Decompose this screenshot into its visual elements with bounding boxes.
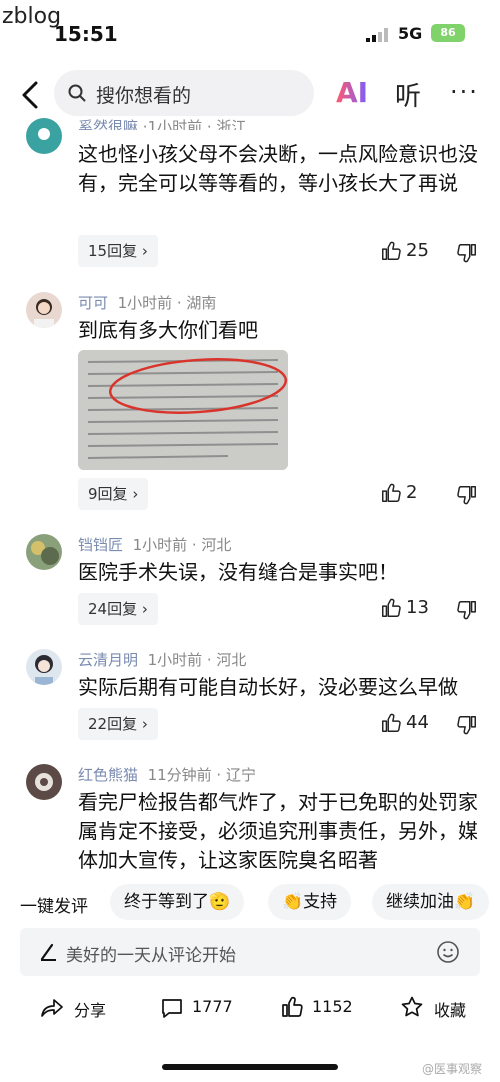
avatar-icon	[35, 655, 53, 685]
like-total: 1152	[312, 997, 353, 1016]
back-icon[interactable]	[18, 80, 44, 110]
thumbs-up-icon[interactable]	[380, 597, 402, 619]
reply-button[interactable]: 15回复 ›	[78, 235, 158, 267]
quick-chip[interactable]: 继续加油👏	[372, 884, 490, 920]
avatar[interactable]	[26, 764, 62, 800]
like-count: 44	[406, 712, 429, 733]
comment-author[interactable]: 奚然很嘛	[78, 118, 138, 130]
avatar-icon	[34, 299, 54, 328]
thumbs-up-icon[interactable]	[380, 712, 402, 734]
emoji-icon[interactable]	[436, 940, 460, 964]
signal-icon	[366, 28, 388, 42]
comment-meta: 可可 1小时前 · 湖南	[78, 292, 216, 313]
comment-placeholder: 美好的一天从评论开始	[66, 946, 236, 966]
avatar[interactable]	[26, 649, 62, 685]
reply-count: 24回复	[88, 600, 138, 618]
comment-meta: 红色熊猫 11分钟前 · 辽宁	[78, 764, 256, 785]
comment-text: 医院手术失误，没有缝合是事实吧！	[78, 560, 398, 584]
thumbs-up-icon[interactable]	[380, 240, 402, 262]
home-indicator[interactable]	[162, 1064, 338, 1070]
pen-icon	[40, 943, 56, 961]
thumbs-down-icon[interactable]	[456, 599, 478, 621]
battery-icon: 86	[431, 24, 465, 42]
comment-author[interactable]: 红色熊猫	[78, 766, 138, 784]
share-label[interactable]: 分享	[74, 997, 106, 1021]
thumbs-up-icon[interactable]	[380, 482, 402, 504]
comment-icon[interactable]	[160, 996, 184, 1020]
comment-time-location: 1小时前 · 河北	[132, 536, 232, 554]
quick-comment-label: 一键发评	[20, 897, 88, 917]
avatar-icon	[31, 541, 59, 565]
comment-author[interactable]: 可可	[78, 294, 108, 312]
avatar-icon	[38, 128, 50, 140]
like-count: 2	[406, 482, 418, 503]
comment-meta: 奚然很嘛 ·1小时前 · 浙江	[78, 116, 246, 130]
like-count: 25	[406, 240, 429, 261]
avatar[interactable]	[26, 118, 62, 154]
comment-text: 看完尸检报告都气炸了，对于已免职的处罚家属肯定不接受，必须追究刑事责任，另外，媒…	[78, 790, 478, 872]
reply-button[interactable]: 9回复 ›	[78, 478, 149, 510]
reply-count: 9回复	[88, 485, 128, 503]
thumbs-down-icon[interactable]	[456, 714, 478, 736]
comment-author[interactable]: 铛铛匠	[78, 536, 123, 554]
comment-time-location: 1小时前 · 湖南	[117, 294, 217, 312]
thumbs-down-icon[interactable]	[456, 484, 478, 506]
reply-count: 15回复	[88, 242, 138, 260]
thumbs-up-icon[interactable]	[280, 995, 304, 1019]
comment-time-location: ·1小时前 · 浙江	[142, 118, 247, 130]
comment-author[interactable]: 云清月明	[78, 651, 138, 669]
search-bar[interactable]: 搜你想看的	[54, 70, 314, 116]
reply-button[interactable]: 24回复 ›	[78, 593, 158, 625]
star-icon[interactable]	[400, 995, 424, 1019]
quick-chip[interactable]: 终于等到了🫡	[110, 884, 245, 920]
comment-time-location: 11分钟前 · 辽宁	[147, 766, 256, 784]
thumbs-down-icon[interactable]	[456, 242, 478, 264]
quick-chip[interactable]: 👏支持	[268, 884, 352, 920]
reply-button[interactable]: 22回复 ›	[78, 708, 158, 740]
comment-text: 这也怪小孩父母不会决断，一点风险意识也没有，完全可以等等看的，等小孩长大了再说	[78, 142, 478, 195]
comment-input[interactable]: 美好的一天从评论开始	[20, 928, 480, 976]
comment-meta: 云清月明 1小时前 · 河北	[78, 649, 246, 670]
ai-button[interactable]: AI	[336, 76, 368, 109]
avatar[interactable]	[26, 292, 62, 328]
listen-button[interactable]: 听	[395, 76, 421, 113]
comment-time-location: 1小时前 · 河北	[147, 651, 247, 669]
watermark-text: zblog	[2, 4, 62, 29]
status-time: 15:51	[54, 22, 118, 46]
more-button[interactable]: ···	[450, 78, 479, 106]
comment-image[interactable]	[78, 350, 288, 470]
reply-count: 22回复	[88, 715, 138, 733]
search-placeholder: 搜你想看的	[96, 85, 192, 107]
watermark-text: @医事观察	[422, 1062, 483, 1076]
avatar[interactable]	[26, 534, 62, 570]
comment-text: 实际后期有可能自动长好，没必要这么早做	[78, 675, 458, 699]
favorite-label[interactable]: 收藏	[434, 997, 466, 1021]
comment-text: 到底有多大你们看吧	[78, 318, 258, 342]
avatar-icon	[35, 773, 53, 791]
document-photo	[78, 350, 288, 470]
like-count: 13	[406, 597, 429, 618]
comment-count: 1777	[192, 997, 233, 1016]
comment-meta: 铛铛匠 1小时前 · 河北	[78, 534, 231, 555]
search-icon	[68, 84, 86, 102]
network-label: 5G	[398, 24, 423, 43]
share-icon[interactable]	[40, 996, 64, 1020]
